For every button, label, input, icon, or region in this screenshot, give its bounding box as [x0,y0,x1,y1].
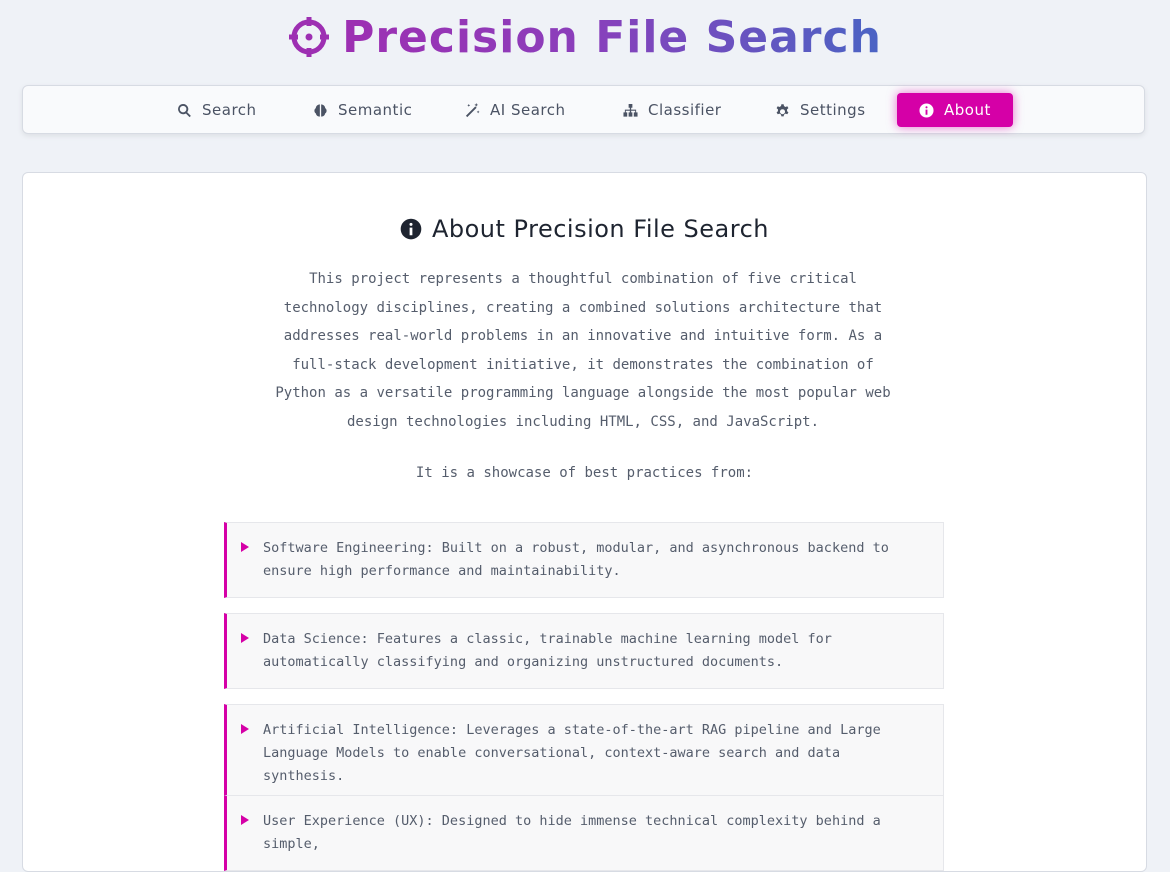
tab-about-label: About [944,101,991,119]
tab-semantic-label: Semantic [338,101,413,119]
list-item: Software Engineering: Built on a robust,… [224,522,944,598]
crosshairs-icon [289,17,330,57]
list-item-text: Data Science: Features a classic, traina… [263,631,832,670]
tab-settings[interactable]: Settings [769,93,872,127]
tab-search[interactable]: Search [171,93,263,127]
app-title: Precision File Search [0,10,1170,66]
app-title-text: Precision File Search [342,12,882,63]
about-heading-text: About Precision File Search [431,215,770,243]
tab-search-label: Search [202,101,257,119]
intro-paragraph: This project represents a thoughtful com… [275,271,891,430]
tab-settings-label: Settings [800,101,866,119]
tab-classifier[interactable]: Classifier [617,93,727,127]
main-nav: Search Semantic AI Search Classifier Set… [22,85,1145,134]
about-heading: About Precision File Search [23,215,1146,243]
about-card: About Precision File Search This project… [22,172,1147,872]
caret-right-icon [241,724,249,734]
list-item-text: Software Engineering: Built on a robust,… [263,540,889,579]
tab-about[interactable]: About [897,93,1013,127]
info-circle-icon [919,102,934,118]
caret-right-icon [241,633,249,643]
list-item-text: Artificial Intelligence: Leverages a sta… [263,722,881,784]
brain-icon [314,103,327,117]
tab-ai-search-label: AI Search [490,101,566,119]
magic-wand-icon [465,102,480,117]
search-icon [178,103,191,117]
list-item-text: User Experience (UX): Designed to hide i… [263,813,881,852]
list-item: Data Science: Features a classic, traina… [224,613,944,689]
list-item: Artificial Intelligence: Leverages a sta… [224,704,944,803]
tab-ai-search[interactable]: AI Search [459,93,572,127]
list-item: User Experience (UX): Designed to hide i… [224,795,944,871]
tab-classifier-label: Classifier [648,101,722,119]
gear-icon [776,103,789,116]
tab-semantic[interactable]: Semantic [307,93,418,127]
showcase-text: It is a showcase of best practices from: [415,465,754,481]
caret-right-icon [241,542,249,552]
info-circle-icon [400,218,422,240]
sitemap-icon [623,103,638,117]
caret-right-icon [241,815,249,825]
